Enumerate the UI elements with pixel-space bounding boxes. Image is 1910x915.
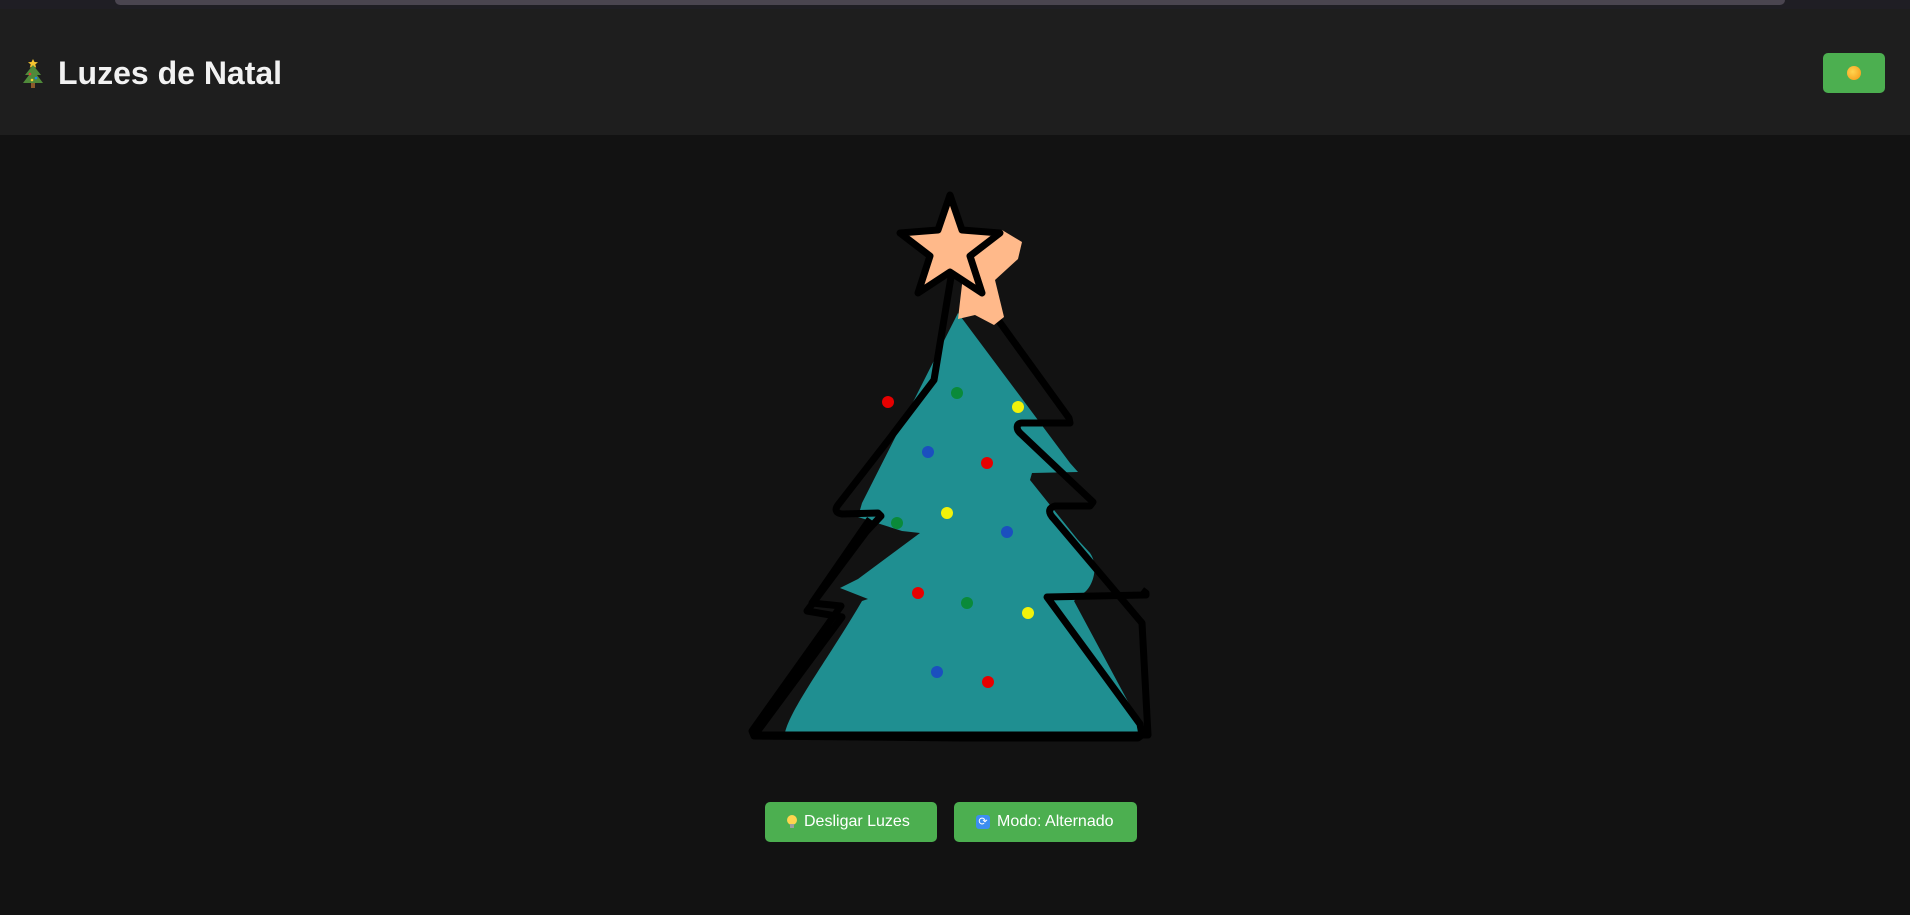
app-title: Luzes de Natal [20,55,282,92]
tree-body [785,313,1142,737]
christmas-tree-icon [23,58,43,88]
browser-top-strip [0,0,1910,9]
app-header: Luzes de Natal [0,9,1910,135]
tree-light [951,387,963,399]
sun-icon [1847,66,1861,80]
browser-tab-bar [115,0,1785,5]
repeat-icon: ⟳ [976,815,990,829]
tree-light [981,457,993,469]
tree-light [1012,401,1024,413]
toggle-lights-button[interactable]: Desligar Luzes [765,802,937,842]
tree-light [922,446,934,458]
mode-button[interactable]: ⟳ Modo: Alternado [954,802,1137,842]
tree-light [961,597,973,609]
theme-toggle-button[interactable] [1823,53,1885,93]
toggle-lights-label: Desligar Luzes [804,813,910,830]
mode-label: Modo: Alternado [997,813,1114,830]
tree-light [1022,607,1034,619]
tree-light [982,676,994,688]
light-bulb-icon [787,815,797,829]
christmas-tree-illustration [748,191,1152,742]
controls-bar: Desligar Luzes ⟳ Modo: Alternado [765,802,1137,842]
tree-light [931,666,943,678]
tree-light [941,507,953,519]
tree-light [912,587,924,599]
tree-light [1001,526,1013,538]
tree-stage [0,135,1910,915]
page-title: Luzes de Natal [58,55,283,91]
tree-light [882,396,894,408]
tree-light [891,517,903,529]
